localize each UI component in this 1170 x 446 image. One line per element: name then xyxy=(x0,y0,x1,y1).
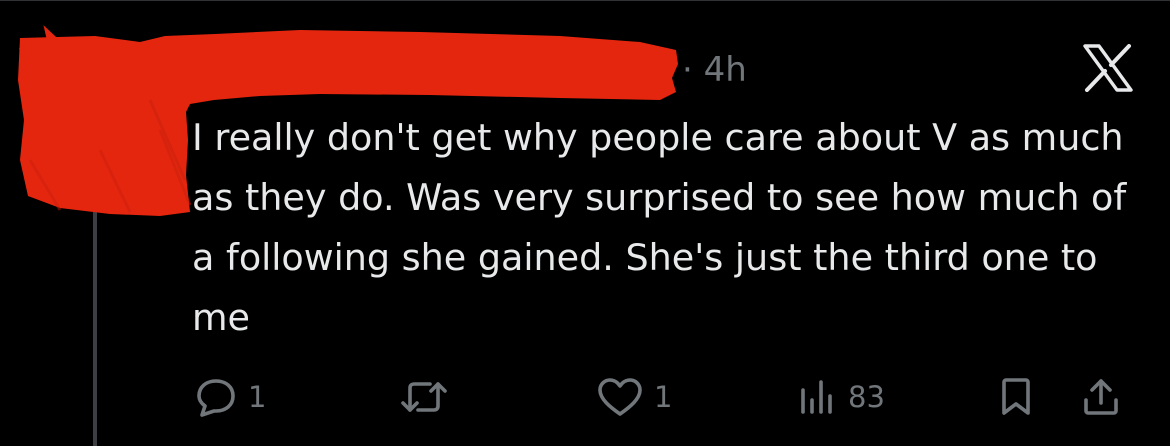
reply-button[interactable]: 1 xyxy=(194,372,266,422)
like-count: 1 xyxy=(654,380,673,414)
bookmark-button[interactable] xyxy=(998,372,1034,422)
retweet-button[interactable] xyxy=(400,372,458,422)
reply-icon xyxy=(197,379,235,417)
tweet-text: I really don't get why people care about… xyxy=(192,116,1127,339)
x-logo-icon xyxy=(1083,44,1133,92)
views-icon xyxy=(801,380,832,414)
reply-count: 1 xyxy=(248,380,267,414)
views-button[interactable]: 83 xyxy=(798,372,885,422)
bookmark-icon xyxy=(1002,378,1030,415)
heart-icon xyxy=(598,378,642,416)
thread-line xyxy=(93,205,97,446)
tweet-timestamp[interactable]: · 4h xyxy=(682,47,747,93)
views-count: 83 xyxy=(848,380,885,414)
retweet-icon xyxy=(401,382,447,412)
share-button[interactable] xyxy=(1080,372,1122,422)
like-button[interactable]: 1 xyxy=(596,372,672,422)
share-icon xyxy=(1084,379,1118,415)
